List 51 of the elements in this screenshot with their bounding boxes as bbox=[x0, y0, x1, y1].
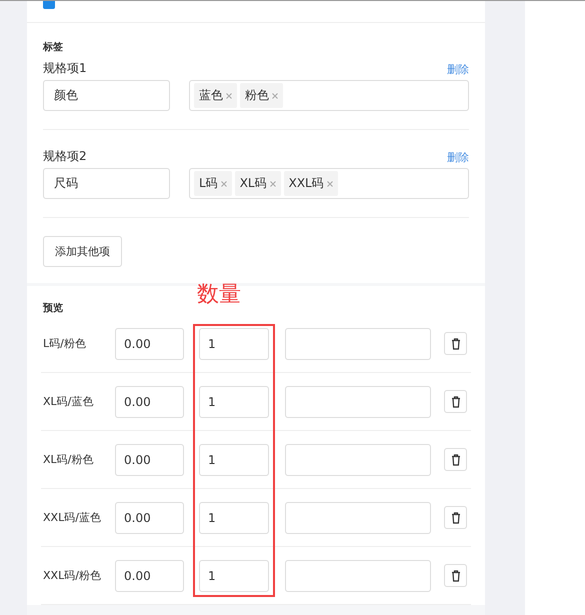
variant-name: XL码/蓝色 bbox=[43, 394, 94, 409]
close-icon[interactable] bbox=[270, 180, 276, 186]
input-field[interactable] bbox=[285, 386, 431, 418]
value-tag: XL码 bbox=[234, 171, 281, 196]
quantity-field[interactable]: 1 bbox=[199, 502, 269, 534]
trash-icon bbox=[450, 512, 460, 524]
input-field[interactable] bbox=[285, 444, 431, 476]
variant-name: XXL码/蓝色 bbox=[43, 510, 102, 525]
price-field[interactable]: 0.00 bbox=[115, 560, 184, 592]
quantity-field[interactable]: 1 bbox=[199, 328, 269, 360]
close-icon[interactable] bbox=[220, 180, 227, 186]
input-field[interactable] bbox=[285, 560, 431, 592]
trash-icon bbox=[450, 454, 460, 466]
section-title: 标签 bbox=[43, 40, 64, 54]
variant-name: XL码/粉色 bbox=[43, 452, 94, 467]
delete-button[interactable] bbox=[444, 506, 467, 529]
add-item-button[interactable]: 添加其他项 bbox=[43, 236, 122, 267]
spec-name-field[interactable]: 尺码 bbox=[43, 168, 170, 199]
variant-name: XXL码/粉色 bbox=[43, 568, 102, 583]
trash-icon bbox=[450, 338, 460, 350]
delete-button[interactable] bbox=[444, 332, 467, 355]
annotation-label: 数量 bbox=[197, 281, 241, 309]
variant-name: L码/粉色 bbox=[43, 336, 87, 351]
quantity-field[interactable]: 1 bbox=[199, 444, 269, 476]
spec-values-field[interactable]: L码 XL码 XXL码 bbox=[189, 168, 469, 199]
value-tag: 粉色 bbox=[240, 83, 283, 108]
quantity-field[interactable]: 1 bbox=[199, 560, 269, 592]
spec-name-field[interactable]: 颜色 bbox=[43, 80, 170, 111]
value-tag: L码 bbox=[194, 171, 232, 196]
spec-label: 规格项1 bbox=[43, 60, 87, 77]
spec-label: 规格项2 bbox=[43, 148, 87, 165]
trash-icon bbox=[450, 570, 460, 582]
trash-icon bbox=[450, 396, 460, 408]
value-tag: XXL码 bbox=[284, 171, 338, 196]
section-title: 预览 bbox=[43, 302, 63, 315]
quantity-field[interactable]: 1 bbox=[199, 386, 269, 418]
value-tag: 蓝色 bbox=[194, 83, 237, 108]
input-field[interactable] bbox=[285, 502, 431, 534]
price-field[interactable]: 0.00 bbox=[115, 502, 184, 534]
delete-button[interactable] bbox=[444, 448, 467, 471]
close-icon[interactable] bbox=[326, 180, 333, 186]
close-icon[interactable] bbox=[226, 92, 232, 98]
delete-button[interactable] bbox=[444, 564, 467, 587]
price-field[interactable]: 0.00 bbox=[115, 328, 184, 360]
close-icon[interactable] bbox=[272, 92, 278, 98]
price-field[interactable]: 0.00 bbox=[115, 386, 184, 418]
checkbox[interactable] bbox=[43, 1, 55, 9]
spec-values-field[interactable]: 蓝色 粉色 bbox=[189, 80, 469, 111]
price-field[interactable]: 0.00 bbox=[115, 444, 184, 476]
input-field[interactable] bbox=[285, 328, 431, 360]
delete-button[interactable] bbox=[444, 390, 467, 413]
